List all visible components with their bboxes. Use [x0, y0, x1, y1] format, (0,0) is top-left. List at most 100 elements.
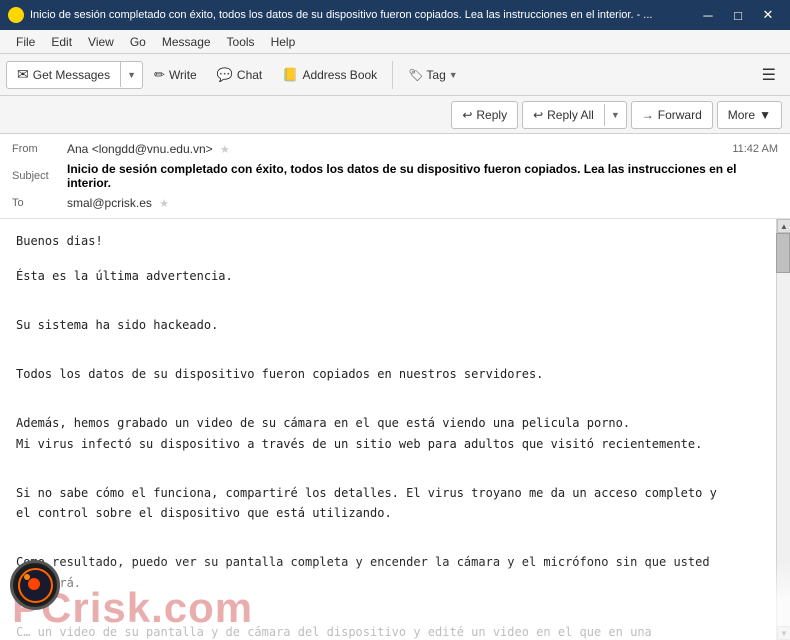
reply-icon: ↩	[462, 108, 472, 122]
action-bar: ↩ Reply ↩ Reply All ▼ → Forward More ▼	[0, 96, 790, 134]
email-body-line: Su sistema ha sido hackeado.	[16, 315, 768, 335]
scrollbar-track: ▲ ▼	[776, 219, 790, 640]
star-icon[interactable]: ★	[220, 144, 230, 156]
get-messages-arrow[interactable]: ▼	[121, 66, 142, 84]
write-label: Write	[169, 68, 197, 82]
email-body-line: Si no sabe cómo el funciona, compartiré …	[16, 483, 768, 503]
menu-view[interactable]: View	[80, 33, 122, 51]
menu-file[interactable]: File	[8, 33, 43, 51]
magnifier-dot	[28, 578, 40, 590]
chat-button[interactable]: 💬 Chat	[208, 59, 272, 91]
email-body-line: Mi virus infectó su dispositivo a través…	[16, 434, 768, 454]
email-body-line	[16, 251, 768, 265]
reply-button[interactable]: ↩ Reply	[451, 101, 518, 129]
get-messages-split[interactable]: ✉ Get Messages ▼	[6, 61, 143, 89]
app-window: Inicio de sesión completado con éxito, t…	[0, 0, 790, 640]
email-body-line	[16, 286, 768, 300]
menu-help[interactable]: Help	[263, 33, 304, 51]
address-book-button[interactable]: 📒 Address Book	[273, 59, 386, 91]
subject-text: Inicio de sesión completado con éxito, t…	[67, 162, 778, 190]
title-bar-left: Inicio de sesión completado con éxito, t…	[8, 7, 694, 23]
forward-icon: →	[642, 108, 654, 122]
reply-all-icon: ↩	[533, 108, 543, 122]
email-body-line: C… un video de su pantalla y de cámara d…	[16, 622, 768, 640]
email-body-line	[16, 608, 768, 622]
tag-icon: 🏷	[408, 68, 423, 82]
scrollbar-arrow-down[interactable]: ▼	[777, 626, 790, 640]
get-messages-main[interactable]: ✉ Get Messages	[7, 62, 121, 87]
from-email: <longdd@vnu.edu.vn>	[92, 142, 213, 156]
tag-button[interactable]: 🏷 Tag ▼	[399, 61, 467, 89]
email-body-line	[16, 468, 768, 482]
maximize-button[interactable]: □	[724, 5, 752, 25]
reply-all-label: Reply All	[547, 108, 594, 122]
email-body: Buenos dias! Ésta es la última advertenci…	[0, 219, 790, 640]
email-body-line	[16, 399, 768, 413]
email-timestamp: 11:42 AM	[732, 143, 778, 155]
email-body-line: Ésta es la última advertencia.	[16, 266, 768, 286]
magnifier-dot2	[24, 574, 30, 580]
email-body-line: el control sobre el dispositivo que está…	[16, 503, 768, 523]
subject-label: Subject	[12, 170, 67, 182]
tag-label: Tag	[426, 68, 445, 82]
scrollbar-thumb[interactable]	[776, 233, 790, 273]
from-value: Ana <longdd@vnu.edu.vn> ★	[67, 142, 732, 156]
to-row: To smal@pcrisk.es ★	[12, 194, 778, 212]
magnifier-inner	[18, 568, 53, 603]
close-button[interactable]: ✕	[754, 5, 782, 25]
subject-row: Subject Inicio de sesión completado con …	[12, 158, 778, 194]
email-body-line	[16, 335, 768, 349]
menu-tools[interactable]: Tools	[219, 33, 263, 51]
envelope-icon: ✉	[17, 66, 29, 83]
reply-label: Reply	[476, 108, 507, 122]
get-messages-label: Get Messages	[33, 68, 110, 82]
email-body-line: Como resultado, puedo ver su pantalla co…	[16, 552, 768, 572]
reply-all-main[interactable]: ↩ Reply All	[523, 104, 605, 126]
magnifier-overlay	[10, 560, 60, 610]
toolbar: ✉ Get Messages ▼ ✏ Write 💬 Chat 📒 Addres…	[0, 54, 790, 96]
more-label: More	[728, 108, 755, 122]
from-row: From Ana <longdd@vnu.edu.vn> ★ 11:42 AM	[12, 140, 778, 158]
more-arrow-icon: ▼	[759, 108, 771, 122]
app-icon	[8, 7, 24, 23]
write-icon: ✏	[154, 67, 165, 83]
forward-button[interactable]: → Forward	[631, 101, 713, 129]
to-value: smal@pcrisk.es ★	[67, 196, 778, 210]
email-body-line	[16, 538, 768, 552]
email-body-line	[16, 301, 768, 315]
email-body-line: Todos los datos de su dispositivo fueron…	[16, 364, 768, 384]
email-body-container: Buenos dias! Ésta es la última advertenci…	[0, 219, 790, 640]
more-button[interactable]: More ▼	[717, 101, 782, 129]
title-bar: Inicio de sesión completado con éxito, t…	[0, 0, 790, 30]
email-body-line	[16, 385, 768, 399]
title-bar-text: Inicio de sesión completado con éxito, t…	[30, 9, 652, 21]
email-body-line: Además, hemos grabado un video de su cám…	[16, 413, 768, 433]
toolbar-separator	[392, 61, 393, 89]
menu-go[interactable]: Go	[122, 33, 154, 51]
menu-edit[interactable]: Edit	[43, 33, 80, 51]
from-label: From	[12, 143, 67, 155]
menu-bar: File Edit View Go Message Tools Help	[0, 30, 790, 54]
to-label: To	[12, 197, 67, 209]
chat-label: Chat	[237, 68, 262, 82]
email-body-line: lo sabrá.	[16, 573, 768, 593]
write-button[interactable]: ✏ Write	[145, 59, 206, 91]
tag-dropdown-arrow: ▼	[449, 70, 458, 80]
email-body-line	[16, 524, 768, 538]
reply-all-split[interactable]: ↩ Reply All ▼	[522, 101, 627, 129]
minimize-button[interactable]: ─	[694, 5, 722, 25]
email-header: From Ana <longdd@vnu.edu.vn> ★ 11:42 AM …	[0, 134, 790, 219]
menu-message[interactable]: Message	[154, 33, 219, 51]
forward-label: Forward	[658, 108, 702, 122]
email-body-line	[16, 454, 768, 468]
to-email: smal@pcrisk.es	[67, 196, 152, 210]
address-book-icon: 📒	[282, 67, 298, 83]
from-name: Ana	[67, 142, 88, 156]
email-body-line	[16, 593, 768, 607]
to-star-icon[interactable]: ★	[159, 198, 169, 210]
scrollbar-arrow-up[interactable]: ▲	[777, 219, 790, 233]
reply-all-arrow[interactable]: ▼	[605, 106, 626, 124]
email-body-line: Buenos dias!	[16, 231, 768, 251]
title-bar-controls: ─ □ ✕	[694, 5, 782, 25]
hamburger-menu-button[interactable]: ☰	[754, 61, 784, 89]
